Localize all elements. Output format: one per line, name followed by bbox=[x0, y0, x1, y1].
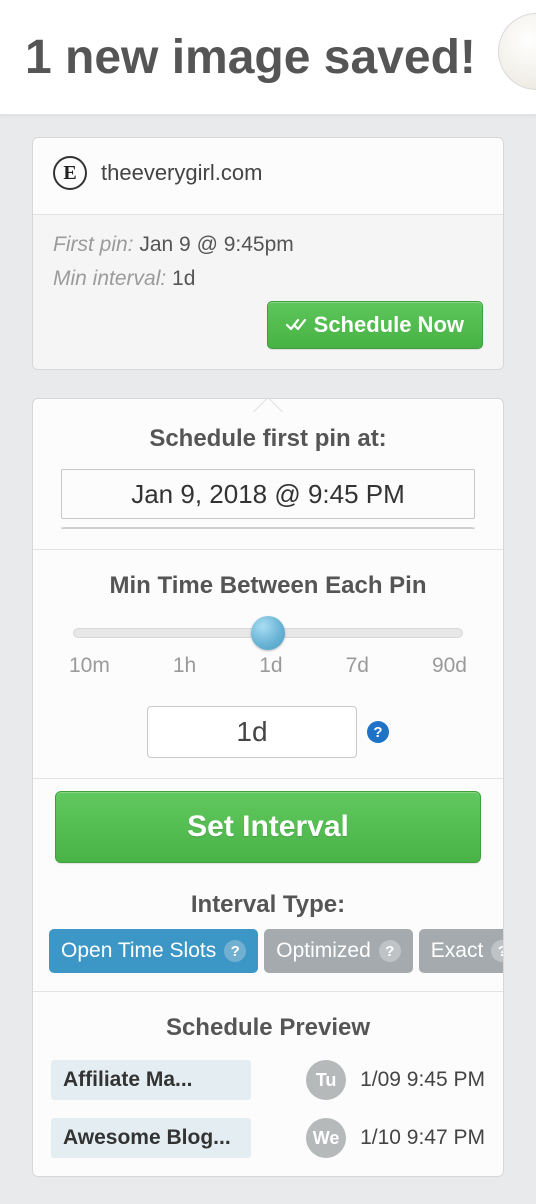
summary-card: E theeverygirl.com First pin: Jan 9 @ 9:… bbox=[32, 137, 504, 370]
slider-tick: 10m bbox=[69, 654, 110, 678]
header-bar: 1 new image saved! bbox=[0, 0, 536, 115]
preview-time: 1/10 9:47 PM bbox=[360, 1126, 485, 1150]
schedule-preview-title: Schedule Preview bbox=[51, 1004, 485, 1060]
chip-exact[interactable]: Exact ? bbox=[419, 929, 504, 973]
board-pill[interactable]: Affiliate Ma... bbox=[51, 1060, 251, 1100]
header-title: 1 new image saved! bbox=[25, 30, 476, 85]
first-pin-value: Jan 9 @ 9:45pm bbox=[139, 233, 293, 256]
chip-optimized[interactable]: Optimized ? bbox=[264, 929, 413, 973]
set-interval-label: Set Interval bbox=[187, 810, 349, 844]
separator bbox=[33, 778, 503, 779]
interval-type-title: Interval Type: bbox=[33, 879, 503, 919]
interval-type-chips: Open Time Slots ? Optimized ? Exact ? bbox=[33, 919, 503, 973]
min-interval-value: 1d bbox=[172, 267, 195, 290]
slider-tick: 7d bbox=[346, 654, 369, 678]
slider-ticks: 10m 1h 1d 7d 90d bbox=[69, 654, 467, 678]
input-underline bbox=[61, 527, 475, 529]
schedule-now-button[interactable]: Schedule Now bbox=[267, 301, 483, 349]
schedule-panel: Schedule first pin at: Min Time Between … bbox=[32, 398, 504, 1177]
set-interval-button[interactable]: Set Interval bbox=[55, 791, 481, 863]
slider-tick: 1d bbox=[259, 654, 282, 678]
slider-tick: 1h bbox=[173, 654, 196, 678]
interval-slider[interactable] bbox=[73, 618, 463, 648]
preview-row: Affiliate Ma... Tu 1/09 9:45 PM bbox=[51, 1060, 485, 1100]
first-pin-label: First pin: bbox=[53, 233, 134, 256]
slider-tick: 90d bbox=[432, 654, 467, 678]
help-icon[interactable]: ? bbox=[367, 721, 389, 743]
chip-label: Exact bbox=[431, 939, 484, 963]
day-badge: We bbox=[306, 1118, 346, 1158]
preview-row: Awesome Blog... We 1/10 9:47 PM bbox=[51, 1118, 485, 1158]
avatar[interactable] bbox=[498, 13, 536, 90]
schedule-now-label: Schedule Now bbox=[314, 312, 464, 338]
source-row: E theeverygirl.com bbox=[33, 138, 503, 214]
chip-label: Open Time Slots bbox=[61, 939, 216, 963]
double-check-icon bbox=[286, 318, 306, 332]
slider-thumb[interactable] bbox=[251, 616, 285, 650]
help-icon[interactable]: ? bbox=[379, 940, 401, 962]
interval-input[interactable] bbox=[147, 706, 357, 758]
help-icon[interactable]: ? bbox=[491, 940, 504, 962]
chip-label: Optimized bbox=[276, 939, 371, 963]
chip-open-time-slots[interactable]: Open Time Slots ? bbox=[49, 929, 258, 973]
schedule-datetime-input[interactable] bbox=[61, 469, 475, 519]
min-time-title: Min Time Between Each Pin bbox=[69, 570, 467, 600]
min-interval-label: Min interval: bbox=[53, 267, 166, 290]
help-icon[interactable]: ? bbox=[224, 940, 246, 962]
preview-time: 1/09 9:45 PM bbox=[360, 1068, 485, 1092]
board-pill[interactable]: Awesome Blog... bbox=[51, 1118, 251, 1158]
source-domain: theeverygirl.com bbox=[101, 160, 262, 186]
day-badge: Tu bbox=[306, 1060, 346, 1100]
source-logo-icon: E bbox=[53, 156, 87, 190]
